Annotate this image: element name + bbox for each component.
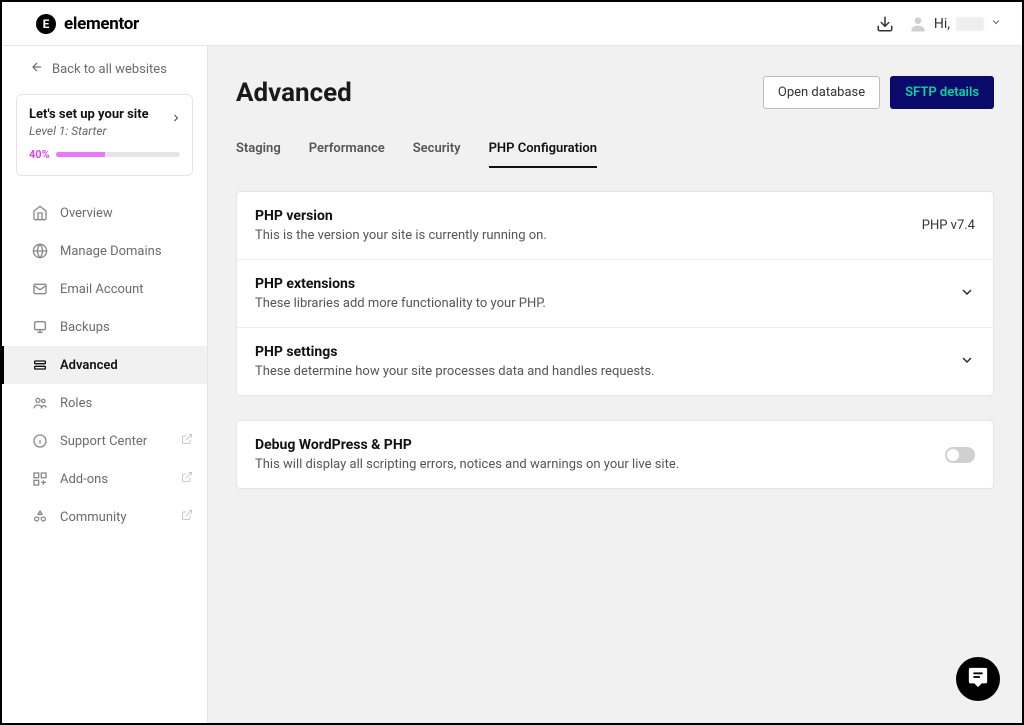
row-text: PHP settings These determine how your si…	[255, 344, 947, 379]
row-debug: Debug WordPress & PHP This will display …	[237, 421, 993, 488]
chat-fab[interactable]	[956, 657, 1000, 701]
debug-toggle[interactable]	[945, 447, 975, 463]
row-text: PHP extensions These libraries add more …	[255, 276, 947, 311]
progress-fill	[56, 152, 106, 157]
globe-icon	[32, 243, 48, 259]
php-panel: PHP version This is the version your sit…	[236, 191, 994, 396]
progress-row: 40%	[29, 148, 180, 161]
sidebar-item-roles[interactable]: Roles	[2, 384, 207, 422]
brand-name: elementor	[64, 14, 139, 34]
row-desc: These determine how your site processes …	[255, 364, 947, 379]
page-title: Advanced	[236, 78, 352, 108]
sidebar-item-label: Manage Domains	[60, 244, 162, 259]
brand[interactable]: E elementor	[36, 14, 139, 34]
mail-icon	[32, 281, 48, 297]
arrow-left-icon	[30, 60, 44, 78]
row-php-extensions[interactable]: PHP extensions These libraries add more …	[237, 260, 993, 328]
sidebar-item-manage-domains[interactable]: Manage Domains	[2, 232, 207, 270]
page-actions: Open database SFTP details	[763, 76, 994, 109]
sidebar-item-label: Backups	[60, 320, 110, 335]
body: Back to all websites Let's set up your s…	[2, 46, 1022, 723]
user-menu[interactable]: Hi,	[908, 14, 1002, 34]
chevron-down-icon	[990, 16, 1002, 32]
nav: Overview Manage Domains Email Account Ba…	[2, 190, 207, 536]
tab-performance[interactable]: Performance	[309, 141, 385, 168]
sidebar-item-label: Community	[60, 510, 127, 525]
chevron-down-icon	[959, 352, 975, 372]
back-label: Back to all websites	[52, 62, 167, 77]
sliders-icon	[32, 357, 48, 373]
app-frame: { "brand": { "name": "elementor", "logo_…	[0, 0, 1024, 725]
tab-security[interactable]: Security	[413, 141, 461, 168]
chat-icon	[967, 666, 989, 692]
sidebar-item-overview[interactable]: Overview	[2, 194, 207, 232]
sidebar-item-label: Add-ons	[60, 472, 108, 487]
external-link-icon	[181, 509, 193, 525]
row-title: Debug WordPress & PHP	[255, 437, 945, 453]
back-to-all-websites[interactable]: Back to all websites	[2, 46, 207, 88]
setup-level: Level 1: Starter	[29, 124, 180, 138]
sidebar-item-backups[interactable]: Backups	[2, 308, 207, 346]
progress-percent: 40%	[29, 148, 50, 161]
sidebar-item-label: Email Account	[60, 282, 144, 297]
sidebar-item-support-center[interactable]: Support Center	[2, 422, 207, 460]
page-head: Advanced Open database SFTP details	[236, 76, 994, 109]
row-title: PHP version	[255, 208, 922, 224]
sidebar-item-label: Overview	[60, 206, 113, 221]
sidebar-item-email-account[interactable]: Email Account	[2, 270, 207, 308]
grid-plus-icon	[32, 471, 48, 487]
sidebar-item-label: Advanced	[60, 358, 118, 373]
sidebar-item-addons[interactable]: Add-ons	[2, 460, 207, 498]
users-icon	[32, 395, 48, 411]
avatar-icon	[908, 14, 928, 34]
row-title: PHP settings	[255, 344, 947, 360]
download-icon[interactable]	[876, 15, 894, 33]
row-php-settings[interactable]: PHP settings These determine how your si…	[237, 328, 993, 395]
setup-title: Let's set up your site	[29, 107, 180, 122]
sidebar-item-community[interactable]: Community	[2, 498, 207, 536]
row-desc: This is the version your site is current…	[255, 228, 922, 243]
sidebar-item-advanced[interactable]: Advanced	[2, 346, 207, 384]
community-icon	[32, 509, 48, 525]
user-name-redacted	[956, 17, 984, 31]
sidebar-item-label: Support Center	[60, 434, 147, 449]
sidebar: Back to all websites Let's set up your s…	[2, 46, 208, 723]
brand-logo-icon: E	[36, 14, 56, 34]
app-header: E elementor Hi,	[2, 2, 1022, 46]
row-title: PHP extensions	[255, 276, 947, 292]
external-link-icon	[181, 433, 193, 449]
chevron-right-icon	[170, 109, 182, 128]
sftp-details-button[interactable]: SFTP details	[890, 76, 994, 109]
open-database-button[interactable]: Open database	[763, 76, 880, 109]
progress-bar	[56, 152, 180, 157]
content: Advanced Open database SFTP details Stag…	[208, 46, 1022, 723]
external-link-icon	[181, 471, 193, 487]
tab-staging[interactable]: Staging	[236, 141, 281, 168]
row-text: PHP version This is the version your sit…	[255, 208, 922, 243]
sidebar-item-label: Roles	[60, 396, 92, 411]
row-php-version[interactable]: PHP version This is the version your sit…	[237, 192, 993, 260]
user-greeting: Hi,	[934, 16, 950, 32]
tabs: Staging Performance Security PHP Configu…	[236, 141, 994, 169]
row-text: Debug WordPress & PHP This will display …	[255, 437, 945, 472]
home-icon	[32, 205, 48, 221]
row-desc: These libraries add more functionality t…	[255, 296, 947, 311]
content-inner: Advanced Open database SFTP details Stag…	[208, 46, 1022, 519]
chevron-down-icon	[959, 284, 975, 304]
debug-panel: Debug WordPress & PHP This will display …	[236, 420, 994, 489]
row-desc: This will display all scripting errors, …	[255, 457, 945, 472]
php-version-value: PHP v7.4	[922, 218, 975, 233]
backup-icon	[32, 319, 48, 335]
tab-php-configuration[interactable]: PHP Configuration	[489, 141, 597, 168]
info-icon	[32, 433, 48, 449]
setup-card[interactable]: Let's set up your site Level 1: Starter …	[16, 94, 193, 176]
header-right: Hi,	[876, 14, 1002, 34]
